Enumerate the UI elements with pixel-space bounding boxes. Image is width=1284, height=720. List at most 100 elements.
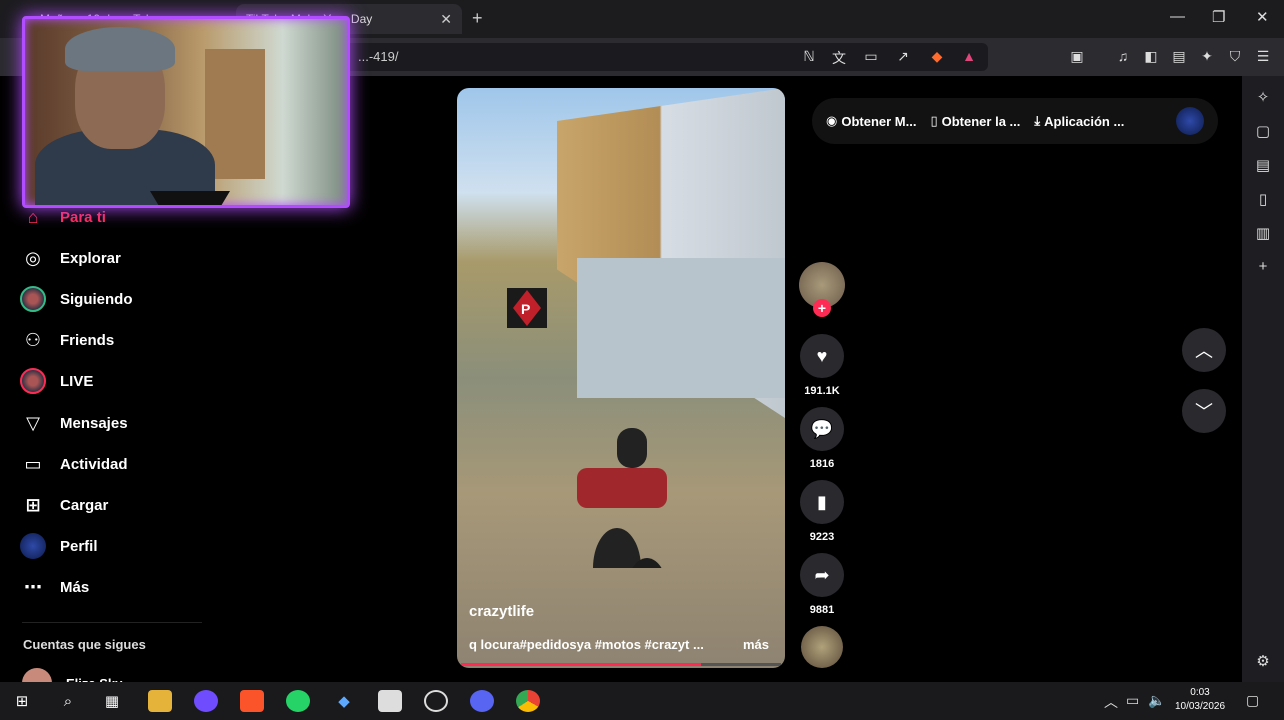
wallet-icon[interactable]: ▤ bbox=[1170, 48, 1188, 65]
no-tracking-icon[interactable]: ℕ bbox=[800, 48, 818, 65]
bookmark-icon: ▮ bbox=[817, 491, 827, 512]
maximize-icon[interactable]: ❐ bbox=[1212, 8, 1225, 26]
messenger-icon[interactable] bbox=[194, 690, 218, 712]
leo-ai-icon[interactable]: ✧ bbox=[1254, 88, 1272, 106]
like-count: 191.1K bbox=[804, 385, 840, 397]
reading-list-icon[interactable]: ▥ bbox=[1254, 224, 1272, 242]
nav-live[interactable]: LIVE bbox=[20, 368, 93, 394]
brave-shield-icon[interactable]: ◆ bbox=[928, 48, 946, 65]
nav-label: LIVE bbox=[60, 372, 94, 390]
obs-icon[interactable] bbox=[424, 690, 448, 712]
profile-avatar[interactable] bbox=[1176, 107, 1204, 135]
nav-label: Actividad bbox=[60, 455, 128, 473]
clock-time: 0:03 bbox=[1190, 687, 1210, 698]
download-app-button[interactable]: ⤓ Aplicación ... bbox=[1034, 113, 1124, 129]
next-video-button[interactable]: ﹀ bbox=[1182, 389, 1226, 433]
save-button[interactable]: ▮ bbox=[800, 480, 844, 524]
avatar-icon bbox=[20, 286, 46, 312]
whatsapp-icon[interactable] bbox=[286, 690, 310, 712]
music-icon[interactable]: ♫ bbox=[1114, 48, 1132, 64]
plus-square-icon: ⊞ bbox=[25, 494, 41, 515]
heart-icon: ♥ bbox=[816, 345, 828, 366]
bookmarks-icon[interactable]: ▯ bbox=[1254, 190, 1272, 208]
get-music-button[interactable]: ◉ Obtener M... bbox=[826, 113, 916, 129]
vpn-icon[interactable]: ⛉ bbox=[1226, 48, 1244, 65]
discord-icon[interactable] bbox=[470, 690, 494, 712]
address-bar[interactable]: ...-419/ ℕ 文 ▭ ↗ ◆ ▲ bbox=[300, 43, 988, 71]
chevron-down-icon: ﹀ bbox=[1195, 402, 1213, 422]
new-tab-button[interactable]: + bbox=[472, 8, 483, 29]
cap bbox=[65, 27, 175, 71]
music-disc-avatar[interactable] bbox=[801, 626, 843, 668]
windows-taskbar: ⊞ ⌕ ▦ ◆ ︿ ▭ 🔈 0:03 10/03/2026 ▢ bbox=[0, 682, 1284, 720]
menu-icon[interactable]: ☰ bbox=[1254, 48, 1272, 65]
store-icon[interactable] bbox=[378, 690, 402, 712]
overlay-badge bbox=[150, 191, 230, 205]
phone-icon: ▯ bbox=[930, 113, 938, 128]
nav-mensajes[interactable]: ▽ Mensajes bbox=[20, 410, 127, 436]
volume-icon[interactable]: 🔈 bbox=[1148, 692, 1165, 709]
save-count: 9223 bbox=[809, 531, 835, 543]
video-progress-fill bbox=[461, 663, 701, 666]
sidebar-toggle-icon[interactable]: ◧ bbox=[1142, 48, 1160, 65]
comment-icon: 💬 bbox=[810, 418, 834, 439]
video-progress[interactable] bbox=[461, 663, 781, 666]
app-icon[interactable]: ◆ bbox=[332, 690, 356, 712]
nav-label: Perfil bbox=[60, 537, 98, 555]
download-icon: ⤓ bbox=[1034, 113, 1041, 128]
nav-label: Más bbox=[60, 578, 90, 596]
nav-friends[interactable]: ⚇ Friends bbox=[20, 327, 114, 353]
close-tab-icon[interactable]: ✕ bbox=[440, 11, 452, 28]
add-panel-icon[interactable]: + bbox=[1254, 258, 1272, 275]
nav-mas[interactable]: ⋯ Más bbox=[20, 574, 89, 600]
nav-label: Cargar bbox=[60, 496, 109, 514]
get-app-button[interactable]: ▯ Obtener la ... bbox=[930, 113, 1020, 129]
following-heading: Cuentas que sigues bbox=[23, 637, 146, 652]
profile-avatar-icon bbox=[20, 533, 46, 559]
follow-plus-button[interactable]: + bbox=[813, 299, 831, 317]
comment-button[interactable]: 💬 bbox=[800, 407, 844, 451]
nav-perfil[interactable]: Perfil bbox=[20, 533, 98, 559]
wallet-icon[interactable]: ▤ bbox=[1254, 156, 1272, 174]
more-icon: ⋯ bbox=[24, 576, 42, 597]
share-icon[interactable]: ↗ bbox=[894, 48, 912, 65]
chrome-icon[interactable] bbox=[516, 690, 540, 712]
file-explorer-icon[interactable] bbox=[148, 690, 172, 712]
dl-label: Obtener M... bbox=[841, 113, 917, 129]
video-caption: q locura#pedidosya #motos #crazyt ... bbox=[469, 637, 704, 652]
tray-chevron-icon[interactable]: ︿ bbox=[1104, 692, 1118, 712]
leo-icon[interactable]: ✦ bbox=[1198, 48, 1216, 65]
video-username[interactable]: crazytlife bbox=[469, 603, 534, 620]
network-icon[interactable]: ▭ bbox=[1126, 692, 1139, 709]
brave-browser-icon[interactable] bbox=[240, 690, 264, 712]
reader-icon[interactable]: ▣ bbox=[1068, 48, 1086, 65]
caption-more-link[interactable]: más bbox=[743, 637, 769, 652]
notifications-icon[interactable]: ▢ bbox=[1246, 692, 1259, 709]
minimize-icon[interactable]: — bbox=[1170, 8, 1185, 25]
clock[interactable]: 0:03 10/03/2026 bbox=[1168, 686, 1232, 714]
rewards-icon[interactable]: ▲ bbox=[960, 48, 978, 64]
like-button[interactable]: ♥ bbox=[800, 334, 844, 378]
video-icon[interactable]: ▢ bbox=[1254, 122, 1272, 140]
cast-icon[interactable]: ▭ bbox=[862, 48, 880, 65]
share-count: 9881 bbox=[809, 604, 835, 616]
nav-cargar[interactable]: ⊞ Cargar bbox=[20, 492, 108, 518]
nav-actividad[interactable]: ▭ Actividad bbox=[20, 451, 128, 477]
svg-text:P: P bbox=[521, 301, 530, 317]
settings-icon[interactable]: ⚙ bbox=[1254, 652, 1272, 670]
video-player[interactable]: P crazytlife q locura#pedidosya #motos #… bbox=[457, 88, 785, 668]
task-view-icon[interactable]: ▦ bbox=[100, 690, 124, 712]
close-window-icon[interactable]: ✕ bbox=[1256, 8, 1269, 26]
url-text: ...-419/ bbox=[358, 49, 399, 64]
nav-siguiendo[interactable]: Siguiendo bbox=[20, 286, 133, 312]
inbox-icon: ▭ bbox=[24, 453, 42, 474]
nav-label: Explorar bbox=[60, 249, 121, 267]
search-icon[interactable]: ⌕ bbox=[56, 690, 80, 712]
nav-explorar[interactable]: ◎ Explorar bbox=[20, 245, 121, 271]
previous-video-button[interactable]: ︿ bbox=[1182, 328, 1226, 372]
share-button[interactable]: ➦ bbox=[800, 553, 844, 597]
translate-icon[interactable]: 文 bbox=[830, 48, 848, 68]
nav-label: Para ti bbox=[60, 208, 106, 226]
start-icon[interactable]: ⊞ bbox=[10, 690, 34, 712]
friends-icon: ⚇ bbox=[24, 329, 42, 350]
